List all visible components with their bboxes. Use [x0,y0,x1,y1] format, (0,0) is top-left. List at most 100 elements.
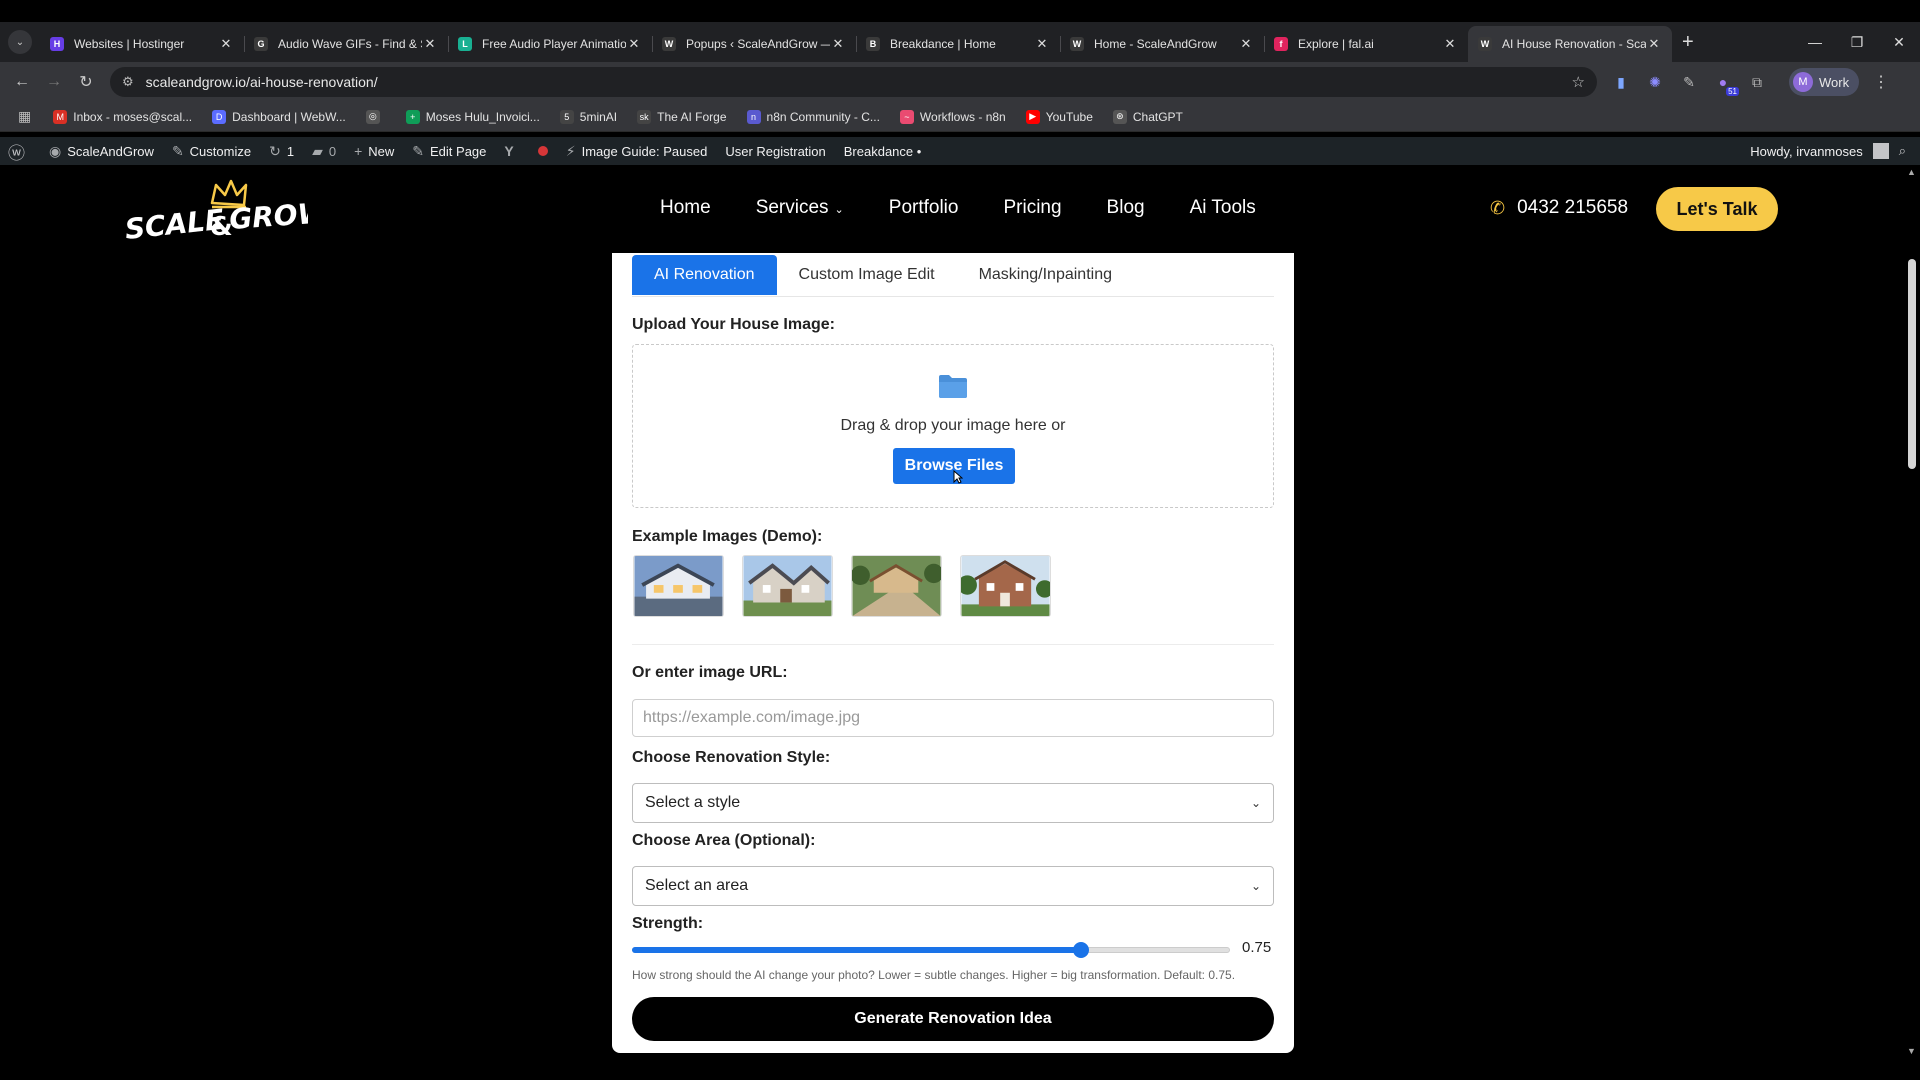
tab-close-icon[interactable]: ✕ [626,36,642,52]
wp-new-label: New [368,143,395,159]
bookmark-item[interactable]: n n8n Community - C... [746,109,880,124]
renovation-style-select[interactable]: Select a style ⌄ [632,783,1274,823]
tool-tab-custom-image-edit[interactable]: Custom Image Edit [777,255,957,295]
browser-tab[interactable]: H Websites | Hostinger ✕ [40,26,244,62]
bookmark-item[interactable]: D Dashboard | WebW... [212,109,346,124]
lets-talk-button[interactable]: Let's Talk [1656,187,1778,231]
browser-tab[interactable]: W AI House Renovation - Scal ✕ [1468,26,1672,62]
recording-dot-icon[interactable] [537,146,548,156]
tab-title: Free Audio Player Animatio [482,37,626,51]
tool-tab-masking-inpainting[interactable]: Masking/Inpainting [957,255,1134,295]
apps-grid-icon[interactable]: ▦ [18,108,31,125]
bookmark-star-icon[interactable]: ☆ [1572,73,1585,91]
bookmark-item[interactable]: ▶ YouTube [1025,109,1093,124]
tab-close-icon[interactable]: ✕ [1034,36,1050,52]
wp-edit-page-link[interactable]: ✎ Edit Page [412,143,486,160]
profile-button[interactable]: M Work [1789,68,1860,96]
wp-account-area: Howdy, irvanmoses ⌕ [1750,143,1906,159]
nav-item-services[interactable]: Services ⌄ [756,197,844,219]
wp-site-link[interactable]: ◉ ScaleAndGrow [49,143,154,160]
new-tab-icon[interactable]: + [1682,31,1694,54]
wp-user-avatar[interactable] [1872,143,1889,159]
tab-favicon-icon: W [662,37,676,51]
tab-close-icon[interactable]: ✕ [1442,36,1458,52]
wp-user-registration[interactable]: User Registration [725,144,825,159]
back-icon[interactable]: ← [6,73,38,91]
bookmark-item[interactable]: 5 5minAI [559,109,617,124]
bookmark-item[interactable]: sk The AI Forge [637,109,727,124]
yoast-icon[interactable]: Y [504,143,519,159]
restore-icon[interactable]: ❐ [1836,34,1878,51]
nav-item-label: Portfolio [888,197,959,218]
bookmark-item[interactable]: M Inbox - moses@scal... [53,109,192,124]
page-scrollbar[interactable]: ▲ ▼ [1904,165,1920,1058]
bookmark-favicon-icon: ⊛ [1112,109,1127,124]
tab-close-icon[interactable]: ✕ [218,36,234,52]
wp-search-icon[interactable]: ⌕ [1899,143,1906,159]
browser-menu-icon[interactable]: ⋮ [1873,72,1889,92]
bookmark-item[interactable]: ◎ [365,109,386,124]
reload-icon[interactable]: ↻ [70,72,102,92]
wp-breakdance[interactable]: Breakdance • [844,144,922,159]
tab-close-icon[interactable]: ✕ [830,36,846,52]
scroll-up-icon[interactable]: ▲ [1907,167,1916,177]
nav-item-home[interactable]: Home [660,197,711,219]
nav-item-portfolio[interactable]: Portfolio [889,197,959,219]
image-dropzone[interactable]: Drag & drop your image here or Browse Fi… [632,344,1274,508]
browser-tab[interactable]: W Home - ScaleAndGrow ✕ [1060,26,1264,62]
forward-icon[interactable]: → [38,73,70,91]
tab-search-icon[interactable]: ⌄ [8,30,32,54]
scroll-down-icon[interactable]: ▼ [1907,1046,1916,1056]
browser-tab[interactable]: L Free Audio Player Animatio ✕ [448,26,652,62]
extensions-area: ▮ ✺ ✎ ● 51 ⧉ [1611,72,1767,96]
bookmark-item[interactable]: ⊛ ChatGPT [1112,109,1183,124]
image-url-input[interactable]: https://example.com/image.jpg [632,699,1274,737]
example-image-house-2[interactable] [742,555,833,617]
wp-updates-link[interactable]: ↻ 1 [269,143,294,160]
address-bar[interactable]: ⚙ scaleandgrow.io/ai-house-renovation/ ☆ [110,67,1597,97]
wp-new-link[interactable]: + New [354,143,394,159]
bookmark-item[interactable]: + Moses Hulu_Invoici... [405,109,540,124]
phone-link[interactable]: ✆ 0432 215658 [1490,197,1628,219]
wp-howdy[interactable]: Howdy, irvanmoses [1750,144,1862,159]
scrollbar-thumb[interactable] [1908,259,1916,469]
example-image-house-3[interactable] [851,555,942,617]
area-select[interactable]: Select an area ⌄ [632,866,1274,906]
wordpress-logo-icon[interactable]: ⓦ [8,139,31,164]
nav-item-blog[interactable]: Blog [1107,197,1145,219]
nav-item-ai-tools[interactable]: Ai Tools [1190,197,1256,219]
wp-image-guide-label: Image Guide: Paused [581,143,708,159]
generate-renovation-button[interactable]: Generate Renovation Idea [632,997,1274,1041]
pencil-icon: ✎ [412,142,425,159]
browser-tab[interactable]: B Breakdance | Home ✕ [856,26,1060,62]
example-image-house-4[interactable] [960,555,1051,617]
extension-badge-icon[interactable]: ● 51 [1713,72,1739,96]
slider-handle[interactable] [1072,942,1089,958]
nav-item-pricing[interactable]: Pricing [1003,197,1061,219]
strength-slider[interactable] [632,942,1230,958]
site-info-icon[interactable]: ⚙ [122,74,134,90]
tab-close-icon[interactable]: ✕ [1646,36,1662,52]
style-select-value: Select a style [645,794,741,811]
bookmark-label: n8n Community - C... [766,109,880,124]
extension-gear-icon[interactable]: ✺ [1645,72,1665,92]
wp-image-guide[interactable]: ⚡ Image Guide: Paused [566,143,708,160]
browser-tab[interactable]: W Popups ‹ ScaleAndGrow — ✕ [652,26,856,62]
tab-favicon-icon: B [866,37,880,51]
example-image-house-1[interactable] [633,555,724,617]
close-window-icon[interactable]: ✕ [1878,34,1920,51]
chevron-down-icon: ⌄ [834,204,844,216]
tool-tab-ai-renovation[interactable]: AI Renovation [632,255,777,295]
extension-pen-icon[interactable]: ✎ [1679,72,1699,92]
bookmark-item[interactable]: ~ Workflows - n8n [899,109,1006,124]
browser-tab[interactable]: f Explore | fal.ai ✕ [1264,26,1468,62]
tab-close-icon[interactable]: ✕ [422,36,438,52]
wp-customize-link[interactable]: ✎ Customize [172,143,251,160]
extension-doc-icon[interactable]: ▮ [1611,72,1631,92]
tab-close-icon[interactable]: ✕ [1238,36,1254,52]
wp-comments-link[interactable]: ▰ 0 [312,143,336,160]
extensions-puzzle-icon[interactable]: ⧉ [1747,72,1767,92]
minimize-icon[interactable]: — [1794,34,1836,51]
nav-item-label: Blog [1106,197,1145,218]
browser-tab[interactable]: G Audio Wave GIFs - Find & S ✕ [244,26,448,62]
